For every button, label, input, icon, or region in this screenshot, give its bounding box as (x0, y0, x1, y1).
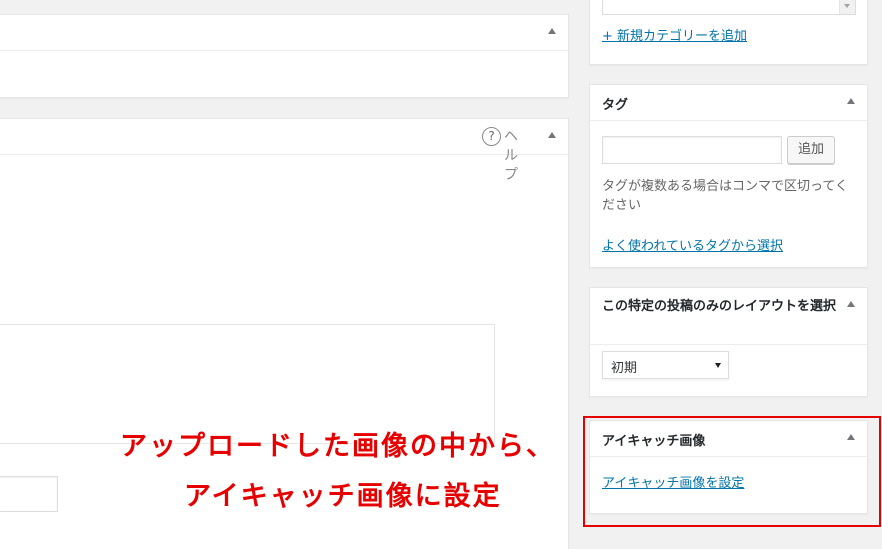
tags-box-title: タグ (602, 98, 629, 113)
layout-box-header: この特定の投稿のみのレイアウトを選択 (590, 288, 867, 345)
annotation-line-2: アイキャッチ画像に設定 (184, 481, 502, 512)
featured-image-box-header: アイキャッチ画像 (590, 421, 867, 457)
add-new-category-link[interactable]: + 新規カテゴリーを追加 (602, 25, 747, 44)
layout-select-value: 初期 (611, 361, 638, 376)
add-tag-button[interactable]: 追加 (787, 136, 836, 164)
tags-box-header: タグ (590, 85, 867, 121)
layout-box: この特定の投稿のみのレイアウトを選択 初期 (589, 287, 868, 397)
left-top-panel-header (0, 15, 568, 51)
dropdown-arrow-icon (715, 363, 721, 368)
collapse-arrow-icon[interactable] (847, 98, 855, 104)
category-list[interactable] (602, 0, 856, 15)
collapse-arrow-icon[interactable] (847, 434, 855, 440)
layout-select[interactable]: 初期 (602, 351, 729, 379)
collapse-arrow-icon[interactable] (548, 28, 556, 34)
popular-tags-link[interactable]: よく使われているタグから選択 (602, 235, 783, 254)
left-top-panel (0, 14, 569, 98)
tag-help-text: タグが複数ある場合はコンマで区切ってください (602, 179, 848, 213)
featured-image-box: アイキャッチ画像 アイキャッチ画像を設定 (589, 420, 868, 514)
annotation-line-1: アップロードした画像の中から、 (120, 431, 555, 462)
collapse-arrow-icon[interactable] (548, 132, 556, 138)
scroll-down-icon (844, 4, 850, 8)
tags-box: タグ 追加 タグが複数ある場合はコンマで区切ってください よく使われているタグか… (589, 84, 868, 268)
help-label[interactable]: ヘルプ (504, 128, 518, 185)
featured-image-box-title: アイキャッチ画像 (602, 434, 706, 449)
tag-input[interactable] (602, 136, 782, 164)
left-text-input[interactable] (0, 476, 58, 512)
collapse-arrow-icon[interactable] (847, 301, 855, 307)
help-icon[interactable]: ? (482, 127, 501, 146)
left-main-panel-header: ? ヘルプ (0, 119, 568, 183)
layout-box-title: この特定の投稿のみのレイアウトを選択 (602, 299, 837, 314)
category-box: + 新規カテゴリーを追加 (589, 0, 868, 65)
category-scrollbar[interactable] (839, 0, 855, 14)
set-featured-image-link[interactable]: アイキャッチ画像を設定 (602, 472, 744, 491)
